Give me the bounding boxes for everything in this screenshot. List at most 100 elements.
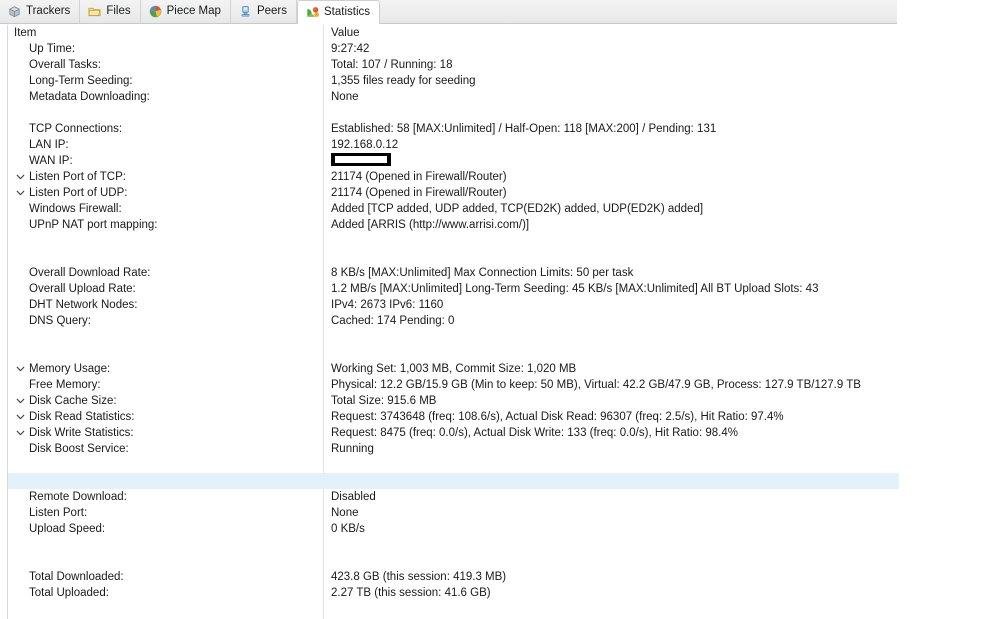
- statistics-panel: Trackers Files Piece Map Peers Statistics It…: [0, 0, 1000, 619]
- table-row[interactable]: Overall Upload Rate: 1.2 MB/s [MAX:Unlimi…: [8, 281, 899, 297]
- files-icon: [88, 7, 101, 17]
- row-item-label: Overall Upload Rate:: [29, 283, 136, 295]
- row-item-label: Up Time:: [29, 43, 76, 55]
- row-item-label: Upload Speed:: [29, 523, 106, 535]
- table-row[interactable]: Disk Read Statistics: Request: 3743648 (f…: [8, 409, 899, 425]
- table-row[interactable]: Total Downloaded: 423.8 GB (this session:…: [8, 569, 899, 585]
- row-value: 0 KB/s: [331, 523, 365, 535]
- row-item-label: Disk Read Statistics:: [29, 411, 135, 423]
- table-header-row: Item Value: [8, 25, 899, 41]
- table-row-spacer: [8, 457, 899, 473]
- row-item-label: Disk Cache Size:: [29, 395, 117, 407]
- table-row-spacer: [8, 345, 899, 361]
- row-item-label: WAN IP:: [29, 155, 73, 167]
- trackers-icon: [8, 6, 21, 18]
- table-row[interactable]: Total Uploaded: 2.27 TB (this session: 41…: [8, 585, 899, 601]
- table-row-spacer: [8, 249, 899, 265]
- row-value: Running: [331, 443, 374, 455]
- row-value: Total: 107 / Running: 18: [331, 59, 453, 71]
- table-row[interactable]: Long-Term Seeding: 1,355 files ready for …: [8, 73, 899, 89]
- tab-label: Statistics: [323, 5, 370, 18]
- row-item-label: Total Uploaded:: [29, 587, 109, 599]
- row-item-label: UPnP NAT port mapping:: [29, 219, 158, 231]
- table-row[interactable]: Disk Cache Size: Total Size: 915.6 MB: [8, 393, 899, 409]
- row-value: Working Set: 1,003 MB, Commit Size: 1,02…: [331, 363, 577, 375]
- row-item-label: Overall Tasks:: [29, 59, 102, 71]
- table-row[interactable]: TCP Connections: Established: 58 [MAX:Unl…: [8, 121, 899, 137]
- redaction-box: [331, 153, 391, 166]
- table-row-spacer: [8, 537, 899, 553]
- statistics-table: Item Value Up Time: 9:27:42 Overall Tasks: To…: [7, 25, 899, 619]
- table-row[interactable]: Listen Port of UDP: 21174 (Opened in Fire…: [8, 185, 899, 201]
- table-row[interactable]: Upload Speed: 0 KB/s: [8, 521, 899, 537]
- row-value: Added [ARRIS (http://www.arrisi.com/)]: [331, 219, 530, 231]
- row-value: Total Size: 915.6 MB: [331, 395, 437, 407]
- table-row[interactable]: Disk Boost Service: Running: [8, 441, 899, 457]
- row-item-label: Disk Write Statistics:: [29, 427, 134, 439]
- row-value: Added [TCP added, UDP added, TCP(ED2K) a…: [331, 203, 704, 215]
- row-item-label: Metadata Downloading:: [29, 91, 150, 103]
- table-row[interactable]: Metadata Downloading: None: [8, 89, 899, 105]
- table-row[interactable]: Free Memory: Physical: 12.2 GB/15.9 GB (M…: [8, 377, 899, 393]
- row-item-label: Listen Port of UDP:: [29, 187, 128, 199]
- table-row[interactable]: UPnP NAT port mapping: Added [ARRIS (http…: [8, 217, 899, 233]
- tab-label: Files: [106, 4, 131, 17]
- table-row[interactable]: Windows Firewall: Added [TCP added, UDP a…: [8, 201, 899, 217]
- row-value: None: [331, 507, 359, 519]
- tab-label: Peers: [256, 4, 287, 17]
- table-row[interactable]: Up Time: 9:27:42: [8, 41, 899, 57]
- row-item-label: Listen Port:: [29, 507, 88, 519]
- table-row[interactable]: DNS Query: Cached: 174 Pending: 0: [8, 313, 899, 329]
- row-item-label: Windows Firewall:: [29, 203, 122, 215]
- row-value: 1.2 MB/s [MAX:Unlimited] Long-Term Seedi…: [331, 283, 819, 295]
- row-item-label: Total Downloaded:: [29, 571, 124, 583]
- row-value: 423.8 GB (this session: 419.3 MB): [331, 571, 507, 583]
- row-value: 192.168.0.12: [331, 139, 399, 151]
- statistics-icon: [307, 7, 319, 17]
- table-row-spacer: [8, 105, 899, 121]
- tab-trackers[interactable]: Trackers: [0, 0, 81, 23]
- tab-label: Piece Map: [166, 4, 221, 17]
- row-value: 1,355 files ready for seeding: [331, 75, 476, 87]
- table-row-selected[interactable]: [8, 473, 899, 489]
- table-row[interactable]: Listen Port of TCP: 21174 (Opened in Fire…: [8, 169, 899, 185]
- row-item-label: DNS Query:: [29, 315, 91, 327]
- peers-icon: [241, 5, 250, 17]
- table-row[interactable]: Overall Download Rate: 8 KB/s [MAX:Unlimi…: [8, 265, 899, 281]
- column-header-value: Value: [331, 27, 360, 39]
- tab-piece-map[interactable]: Piece Map: [141, 0, 231, 23]
- table-row[interactable]: Overall Tasks: Total: 107 / Running: 18: [8, 57, 899, 73]
- row-item-label: Remote Download:: [29, 491, 127, 503]
- tab-statistics[interactable]: Statistics: [296, 0, 380, 24]
- table-rows: Item Value Up Time: 9:27:42 Overall Tasks: To…: [8, 25, 899, 619]
- row-value: Disabled: [331, 491, 376, 503]
- row-value: [324, 153, 899, 169]
- row-item-label: Long-Term Seeding:: [29, 75, 133, 87]
- row-value: Request: 3743648 (freq: 108.6/s), Actual…: [331, 411, 784, 423]
- row-value: Established: 58 [MAX:Unlimited] / Half-O…: [331, 123, 717, 135]
- table-row[interactable]: DHT Network Nodes: IPv4: 2673 IPv6: 1160: [8, 297, 899, 313]
- row-value: 9:27:42: [331, 43, 370, 55]
- row-value: IPv4: 2673 IPv6: 1160: [331, 299, 444, 311]
- table-row[interactable]: Memory Usage: Working Set: 1,003 MB, Comm…: [8, 361, 899, 377]
- row-item-label: Free Memory:: [29, 379, 101, 391]
- tab-files[interactable]: Files: [80, 0, 141, 23]
- table-row[interactable]: LAN IP: 192.168.0.12: [8, 137, 899, 153]
- piece-map-icon: [149, 5, 161, 18]
- table-row[interactable]: Remote Download: Disabled: [8, 489, 899, 505]
- tab-strip: Trackers Files Piece Map Peers Statistics: [0, 0, 897, 24]
- table-row[interactable]: Listen Port: None: [8, 505, 899, 521]
- tab-peers[interactable]: Peers: [231, 0, 297, 23]
- row-item-label: Listen Port of TCP:: [29, 171, 126, 183]
- row-item-label: DHT Network Nodes:: [29, 299, 138, 311]
- row-value: 21174 (Opened in Firewall/Router): [331, 187, 507, 199]
- row-item-label: TCP Connections:: [29, 123, 123, 135]
- row-item-label: Disk Boost Service:: [29, 443, 129, 455]
- tab-label: Trackers: [26, 4, 71, 17]
- table-row[interactable]: WAN IP:: [8, 153, 899, 169]
- row-value: Request: 8475 (freq: 0.0/s), Actual Disk…: [331, 427, 738, 439]
- table-row[interactable]: Disk Write Statistics: Request: 8475 (fre…: [8, 425, 899, 441]
- table-row-spacer: [8, 553, 899, 569]
- row-value: 2.27 TB (this session: 41.6 GB): [331, 587, 491, 599]
- row-value: Cached: 174 Pending: 0: [331, 315, 455, 327]
